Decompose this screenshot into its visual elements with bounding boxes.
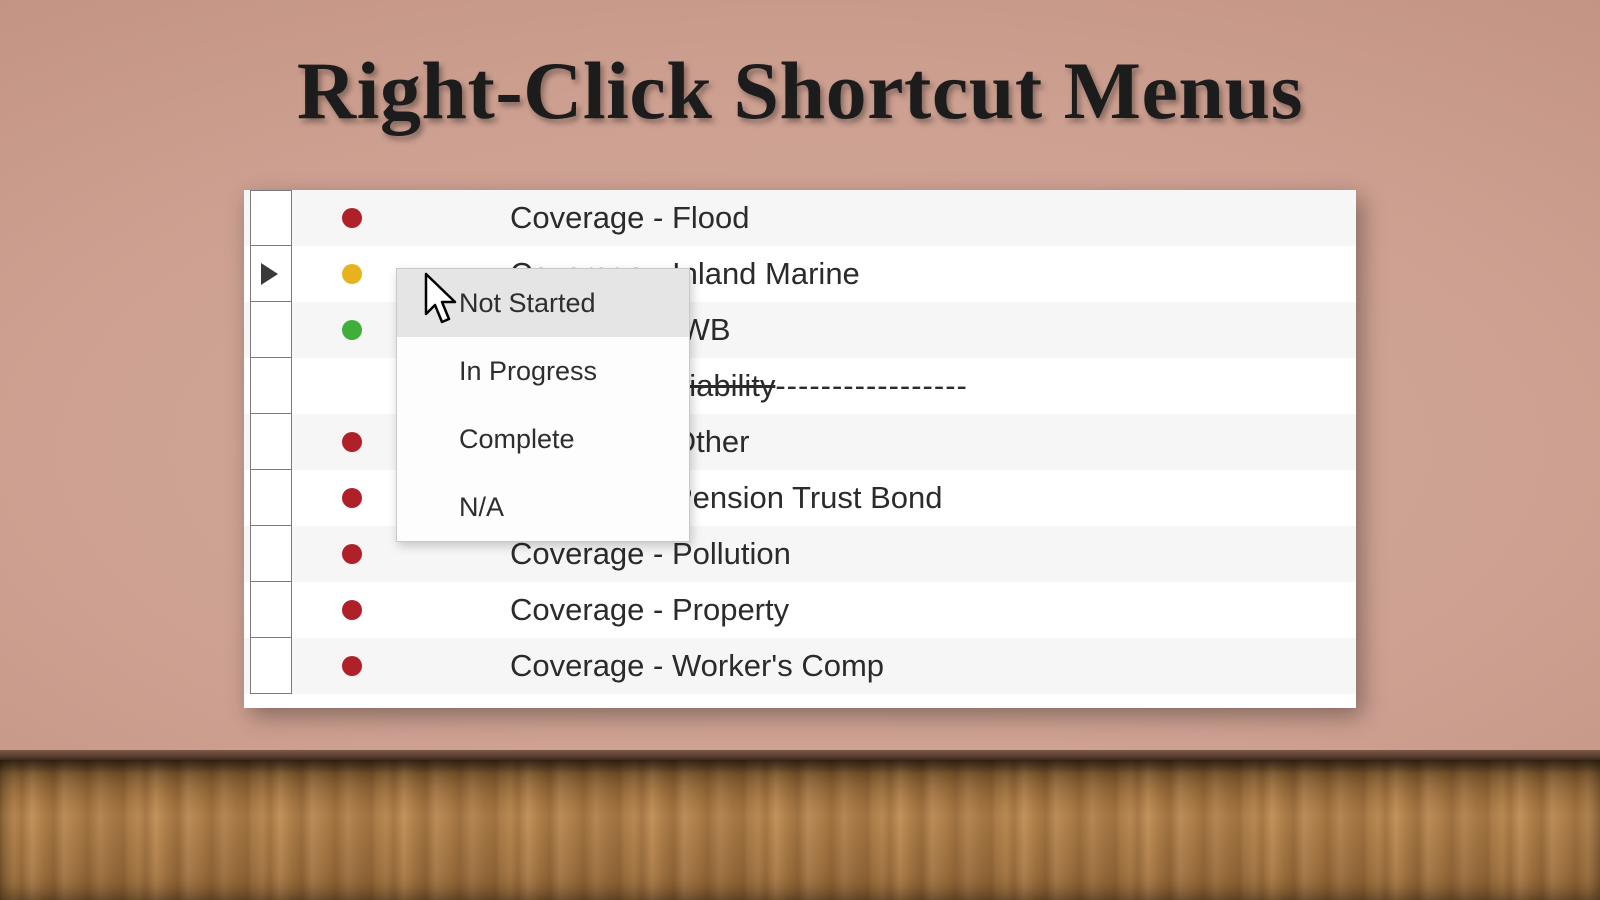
status-dot-icon <box>342 432 362 452</box>
slide-title: Right-Click Shortcut Menus <box>0 44 1600 138</box>
list-item[interactable]: Coverage - Flood <box>244 190 1356 246</box>
context-menu-item-not-started[interactable]: Not Started <box>397 269 689 337</box>
status-dot-icon <box>342 320 362 340</box>
row-header[interactable] <box>250 414 292 470</box>
app-screenshot: Coverage - Flood Coverage - Inland Marin… <box>244 190 1356 708</box>
floor <box>0 760 1600 900</box>
status-dot-icon <box>342 656 362 676</box>
baseboard <box>0 750 1600 760</box>
row-label: Coverage - Flood <box>510 200 750 236</box>
row-header[interactable] <box>250 582 292 638</box>
context-menu-item-complete[interactable]: Complete <box>397 405 689 473</box>
row-header[interactable] <box>250 638 292 694</box>
row-header[interactable] <box>250 358 292 414</box>
list-item[interactable]: Coverage - Worker's Comp <box>244 638 1356 694</box>
status-dot-icon <box>342 264 362 284</box>
current-row-arrow-icon <box>261 263 278 285</box>
status-dot-icon <box>342 600 362 620</box>
context-menu-item-in-progress[interactable]: In Progress <box>397 337 689 405</box>
status-dot-icon <box>342 544 362 564</box>
context-menu[interactable]: Not Started In Progress Complete N/A <box>396 268 690 542</box>
row-header[interactable] <box>250 190 292 246</box>
row-header[interactable] <box>250 302 292 358</box>
row-header[interactable] <box>250 526 292 582</box>
row-label-trail: ----------------- <box>775 368 968 403</box>
row-label: Coverage - Property <box>510 592 789 628</box>
list-item[interactable]: Coverage - Property <box>244 582 1356 638</box>
row-label: Coverage - Worker's Comp <box>510 648 884 684</box>
status-dot-icon <box>342 488 362 508</box>
context-menu-item-na[interactable]: N/A <box>397 473 689 541</box>
slide-stage: Right-Click Shortcut Menus Coverage - Fl… <box>0 0 1600 900</box>
row-header[interactable] <box>250 246 292 302</box>
row-header[interactable] <box>250 470 292 526</box>
status-dot-icon <box>342 208 362 228</box>
